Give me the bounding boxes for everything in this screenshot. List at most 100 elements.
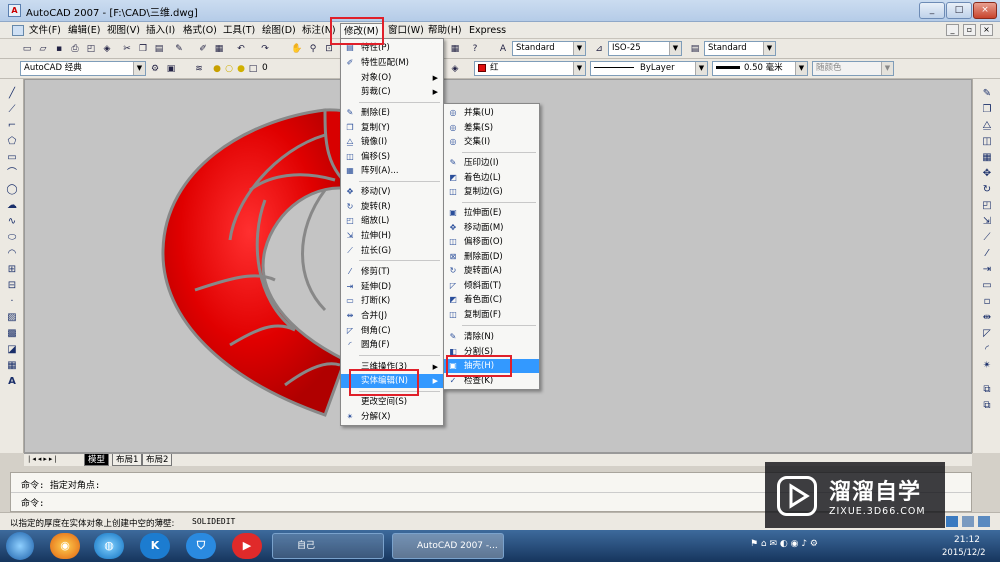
menu-match-properties[interactable]: ✐ 特性匹配(M): [341, 56, 443, 70]
construction-line-icon[interactable]: ⟋: [4, 103, 20, 117]
menu-join[interactable]: ⇹ 合并(J): [341, 309, 443, 323]
menu-delete-faces[interactable]: ⊠ 删除面(D): [444, 250, 539, 264]
menu-tools[interactable]: 工具(T): [220, 23, 258, 38]
menu-check[interactable]: ✓ 检查(K): [444, 374, 539, 388]
gradient-icon[interactable]: ▩: [4, 327, 20, 341]
menu-color-faces[interactable]: ◩ 着色面(C): [444, 293, 539, 307]
arc-icon[interactable]: ⌒: [4, 167, 20, 181]
menu-subtract[interactable]: ◎ 差集(S): [444, 121, 539, 135]
fillet-tool-icon[interactable]: ◜: [979, 343, 995, 357]
security-shield-icon[interactable]: ⛉: [186, 533, 216, 559]
point-icon[interactable]: ·: [4, 295, 20, 309]
ellipse-arc-icon[interactable]: ◠: [4, 247, 20, 261]
command-prompt[interactable]: 命令:: [21, 496, 44, 509]
draworder-back-icon[interactable]: ⧉: [979, 399, 995, 413]
menu-clip[interactable]: 剪裁(C) ▶: [341, 85, 443, 99]
task-autocad[interactable]: AutoCAD 2007 -...: [392, 533, 504, 559]
trim-tool-icon[interactable]: ⁄: [979, 247, 995, 261]
menu-trim[interactable]: ⁄ 修剪(T): [341, 265, 443, 279]
tab-layout2[interactable]: 布局2: [142, 454, 173, 466]
clean-screen-icon[interactable]: [978, 516, 990, 527]
menu-shell[interactable]: ▣ 抽壳(H): [444, 359, 539, 373]
polyline-icon[interactable]: ⌐: [4, 119, 20, 133]
print-icon[interactable]: ⎙: [68, 42, 82, 56]
layer-previous-icon[interactable]: ◈: [448, 62, 462, 76]
spline-icon[interactable]: ∿: [4, 215, 20, 229]
start-button[interactable]: [6, 532, 34, 560]
block-icon[interactable]: ▦: [212, 42, 226, 56]
ellipse-icon[interactable]: ⬭: [4, 231, 20, 245]
offset-tool-icon[interactable]: ◫: [979, 135, 995, 149]
menu-change-space[interactable]: 更改空间(S): [341, 395, 443, 409]
menu-scale[interactable]: ◰ 缩放(L): [341, 214, 443, 228]
lengthen-tool-icon[interactable]: ⟋: [979, 231, 995, 245]
menu-mirror[interactable]: ⧋ 镜像(I): [341, 135, 443, 149]
menu-imprint[interactable]: ✎ 压印边(I): [444, 156, 539, 170]
menu-extend[interactable]: ⇥ 延伸(D): [341, 280, 443, 294]
menu-union[interactable]: ◎ 并集(U): [444, 106, 539, 120]
menu-taper-faces[interactable]: ◸ 倾斜面(T): [444, 279, 539, 293]
zoom-icon[interactable]: ⚲: [306, 42, 320, 56]
menu-copy-faces[interactable]: ◫ 复制面(F): [444, 308, 539, 322]
menu-object[interactable]: 对象(O) ▶: [341, 71, 443, 85]
menu-3d-operations[interactable]: 三维操作(3) ▶: [341, 360, 443, 374]
menu-array[interactable]: ▦ 阵列(A)...: [341, 164, 443, 178]
menu-explode[interactable]: ✴ 分解(X): [341, 410, 443, 424]
menu-chamfer[interactable]: ◸ 倒角(C): [341, 324, 443, 338]
clock-date[interactable]: 2015/12/2: [942, 548, 986, 558]
region-icon[interactable]: ◪: [4, 343, 20, 357]
menu-express[interactable]: Express: [466, 23, 509, 38]
circle-icon[interactable]: ◯: [4, 183, 20, 197]
menu-insert[interactable]: 插入(I): [143, 23, 178, 38]
table-style-icon[interactable]: ▤: [688, 42, 702, 56]
dim-style-select[interactable]: ISO-25 ▼: [608, 41, 682, 56]
menu-clean[interactable]: ✎ 清除(N): [444, 330, 539, 344]
open-icon[interactable]: ▱: [36, 42, 50, 56]
linetype-select[interactable]: ByLayer ▼: [590, 61, 708, 76]
zoom-window-icon[interactable]: ⊡: [322, 42, 336, 56]
calculator-icon[interactable]: ▦: [448, 42, 462, 56]
menu-copy-edges[interactable]: ◫ 复制边(G): [444, 185, 539, 199]
table-style-select[interactable]: Standard ▼: [704, 41, 776, 56]
menu-intersect[interactable]: ◎ 交集(I): [444, 135, 539, 149]
insert-block-icon[interactable]: ⊞: [4, 263, 20, 277]
cut-icon[interactable]: ✂: [120, 42, 134, 56]
text-style-select[interactable]: Standard ▼: [512, 41, 586, 56]
menu-break[interactable]: ▭ 打断(K): [341, 294, 443, 308]
save-icon[interactable]: ▪: [52, 42, 66, 56]
break-at-point-icon[interactable]: ▫: [979, 295, 995, 309]
dim-style-icon[interactable]: ⊿: [592, 42, 606, 56]
menu-color-edges[interactable]: ◩ 着色边(L): [444, 171, 539, 185]
menu-file[interactable]: 文件(F): [26, 23, 64, 38]
make-block-icon[interactable]: ⊟: [4, 279, 20, 293]
comm-center-icon[interactable]: [946, 516, 958, 527]
doc-minimize-button[interactable]: _: [946, 24, 959, 36]
tab-nav-arrows[interactable]: |◂◂▸▸|: [28, 455, 59, 463]
menu-stretch[interactable]: ⇲ 拉伸(H): [341, 229, 443, 243]
menu-help[interactable]: 帮助(H): [425, 23, 465, 38]
layer-color-icon[interactable]: □: [246, 62, 260, 76]
scale-tool-icon[interactable]: ◰: [979, 199, 995, 213]
workspace-save-icon[interactable]: ▣: [164, 62, 178, 76]
mirror-tool-icon[interactable]: ⧋: [979, 119, 995, 133]
maximize-button[interactable]: □: [946, 2, 972, 19]
pan-icon[interactable]: ✋: [290, 42, 304, 56]
tab-layout1[interactable]: 布局1: [112, 454, 143, 466]
paste-icon[interactable]: ▤: [152, 42, 166, 56]
text-style-icon[interactable]: A: [496, 42, 510, 56]
publish-icon[interactable]: ◈: [100, 42, 114, 56]
table-icon[interactable]: ▦: [4, 359, 20, 373]
plotstyle-select[interactable]: 随颜色 ▼: [812, 61, 894, 76]
menu-format[interactable]: 格式(O): [180, 23, 220, 38]
menu-draw[interactable]: 绘图(D): [259, 23, 299, 38]
menu-edit[interactable]: 编辑(E): [65, 23, 103, 38]
menu-window[interactable]: 窗口(W): [385, 23, 427, 38]
extend-tool-icon[interactable]: ⇥: [979, 263, 995, 277]
menu-fillet[interactable]: ◜ 圆角(F): [341, 338, 443, 352]
rectangle-icon[interactable]: ▭: [4, 151, 20, 165]
menu-offset-faces[interactable]: ◫ 偏移面(O): [444, 235, 539, 249]
chamfer-tool-icon[interactable]: ◸: [979, 327, 995, 341]
layer-name[interactable]: 0: [262, 63, 332, 73]
line-icon[interactable]: ╱: [4, 87, 20, 101]
break-tool-icon[interactable]: ▭: [979, 279, 995, 293]
